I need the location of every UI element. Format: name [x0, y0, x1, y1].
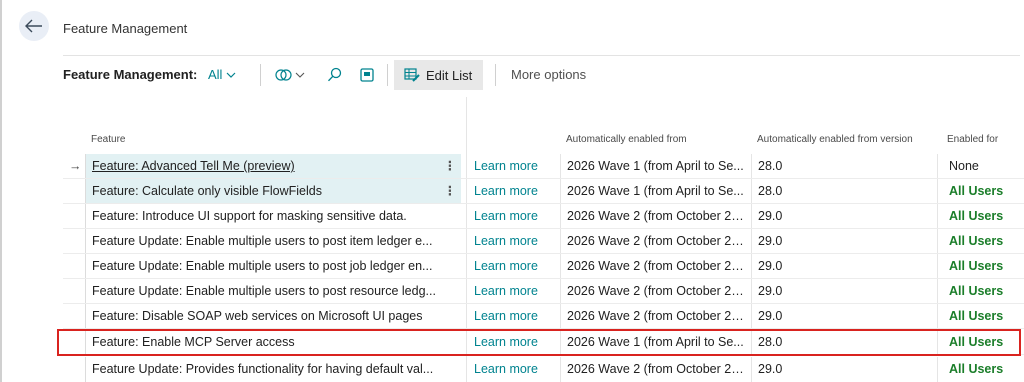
auto-enabled-version: 29.0 [751, 229, 931, 254]
learn-more-link[interactable]: Learn more [474, 304, 554, 329]
feature-name[interactable]: Feature Update: Enable multiple users to… [85, 229, 437, 254]
learn-more-link[interactable]: Learn more [474, 357, 554, 382]
feature-name[interactable]: Feature: Disable SOAP web services on Mi… [85, 304, 437, 329]
table-row[interactable]: Feature: Calculate only visible FlowFiel… [63, 179, 1024, 204]
table-row[interactable]: Feature Update: Enable multiple users to… [63, 279, 1024, 304]
table-row[interactable]: Feature Update: Enable multiple users to… [63, 229, 1024, 254]
feature-name[interactable]: Feature Update: Provides functionality f… [85, 357, 437, 382]
enabled-for[interactable]: All Users [937, 204, 1024, 229]
learn-more-link[interactable]: Learn more [474, 179, 554, 204]
auto-enabled-version: 29.0 [751, 357, 931, 382]
column-header-auto-from[interactable]: Automatically enabled from [566, 134, 687, 145]
table-row[interactable]: Feature Update: Provides functionality f… [63, 357, 1024, 382]
enabled-for[interactable]: None [937, 154, 1024, 179]
table-row[interactable]: Feature: Disable SOAP web services on Mi… [63, 304, 1024, 329]
auto-enabled-from: 2026 Wave 2 (from October 20... [560, 204, 746, 229]
feature-name[interactable]: Feature: Advanced Tell Me (preview) [85, 154, 437, 179]
search-icon [327, 67, 342, 82]
auto-enabled-from: 2026 Wave 2 (from October 20... [560, 279, 746, 304]
back-arrow-icon [25, 19, 42, 33]
column-header-enabled-for[interactable]: Enabled for [947, 134, 998, 145]
table-row[interactable]: Feature Update: Enable multiple users to… [63, 254, 1024, 279]
layout-icon [360, 68, 374, 82]
divider [63, 55, 1020, 56]
auto-enabled-from: 2026 Wave 2 (from October 20... [560, 304, 746, 329]
left-panel-edge [0, 0, 2, 382]
auto-enabled-from: 2026 Wave 1 (from April to Se... [560, 179, 746, 204]
action-bar: Feature Management: All Edit List More o… [63, 60, 1020, 90]
column-header-feature[interactable]: Feature [91, 134, 125, 145]
table-row[interactable]: → Feature: Advanced Tell Me (preview) ⋮ … [63, 154, 1024, 179]
feature-name[interactable]: Feature: Calculate only visible FlowFiel… [85, 179, 437, 204]
enabled-for[interactable]: All Users [937, 304, 1024, 329]
enabled-for[interactable]: All Users [937, 229, 1024, 254]
learn-more-link[interactable]: Learn more [474, 279, 554, 304]
table-header: Feature Automatically enabled from Autom… [63, 129, 1024, 151]
auto-enabled-from: 2026 Wave 2 (from October 20... [560, 254, 746, 279]
auto-enabled-from: 2026 Wave 1 (from April to Se... [560, 154, 746, 179]
auto-enabled-version: 29.0 [751, 304, 931, 329]
auto-enabled-version: 29.0 [751, 204, 931, 229]
learn-more-link[interactable]: Learn more [474, 154, 554, 179]
auto-enabled-from: 2026 Wave 2 (from October 20... [560, 229, 746, 254]
feature-name[interactable]: Feature Update: Enable multiple users to… [85, 279, 437, 304]
enabled-for[interactable]: All Users [937, 254, 1024, 279]
filter-view-label: All [208, 67, 223, 82]
chevron-down-icon [227, 72, 236, 78]
divider [387, 64, 388, 86]
edit-list-icon [404, 68, 420, 82]
more-options-button[interactable]: More options [511, 67, 586, 82]
column-header-auto-version[interactable]: Automatically enabled from version [757, 134, 913, 145]
learn-more-link[interactable]: Learn more [474, 229, 554, 254]
page-title: Feature Management [63, 21, 188, 36]
divider [260, 64, 261, 86]
layout-button[interactable] [359, 64, 375, 86]
auto-enabled-version: 28.0 [751, 154, 931, 179]
feature-name[interactable]: Feature: Introduce UI support for maskin… [85, 204, 437, 229]
auto-enabled-version: 28.0 [751, 179, 931, 204]
enabled-for[interactable]: All Users [937, 357, 1024, 382]
learn-more-link[interactable]: Learn more [474, 254, 554, 279]
learn-more-link[interactable]: Learn more [474, 204, 554, 229]
enabled-for[interactable]: All Users [937, 179, 1024, 204]
view-filter-icon [275, 69, 305, 81]
enabled-for[interactable]: All Users [937, 279, 1024, 304]
filter-view-dropdown[interactable]: All [208, 67, 236, 82]
view-filter-button[interactable] [275, 64, 305, 86]
table-row[interactable]: Feature: Introduce UI support for maskin… [63, 204, 1024, 229]
search-button[interactable] [327, 64, 343, 86]
auto-enabled-version: 29.0 [751, 254, 931, 279]
row-actions-icon[interactable]: ⋮ [439, 179, 461, 204]
edit-list-button[interactable]: Edit List [394, 60, 483, 90]
auto-enabled-from: 2026 Wave 2 (from October 20... [560, 357, 746, 382]
feature-name[interactable]: Feature Update: Enable multiple users to… [85, 254, 437, 279]
back-button[interactable] [19, 11, 49, 41]
row-actions-icon[interactable]: ⋮ [439, 154, 461, 179]
highlight-box [57, 329, 1021, 356]
divider [495, 64, 496, 86]
edit-list-label: Edit List [426, 67, 473, 83]
list-caption: Feature Management: [63, 67, 198, 82]
auto-enabled-version: 29.0 [751, 279, 931, 304]
